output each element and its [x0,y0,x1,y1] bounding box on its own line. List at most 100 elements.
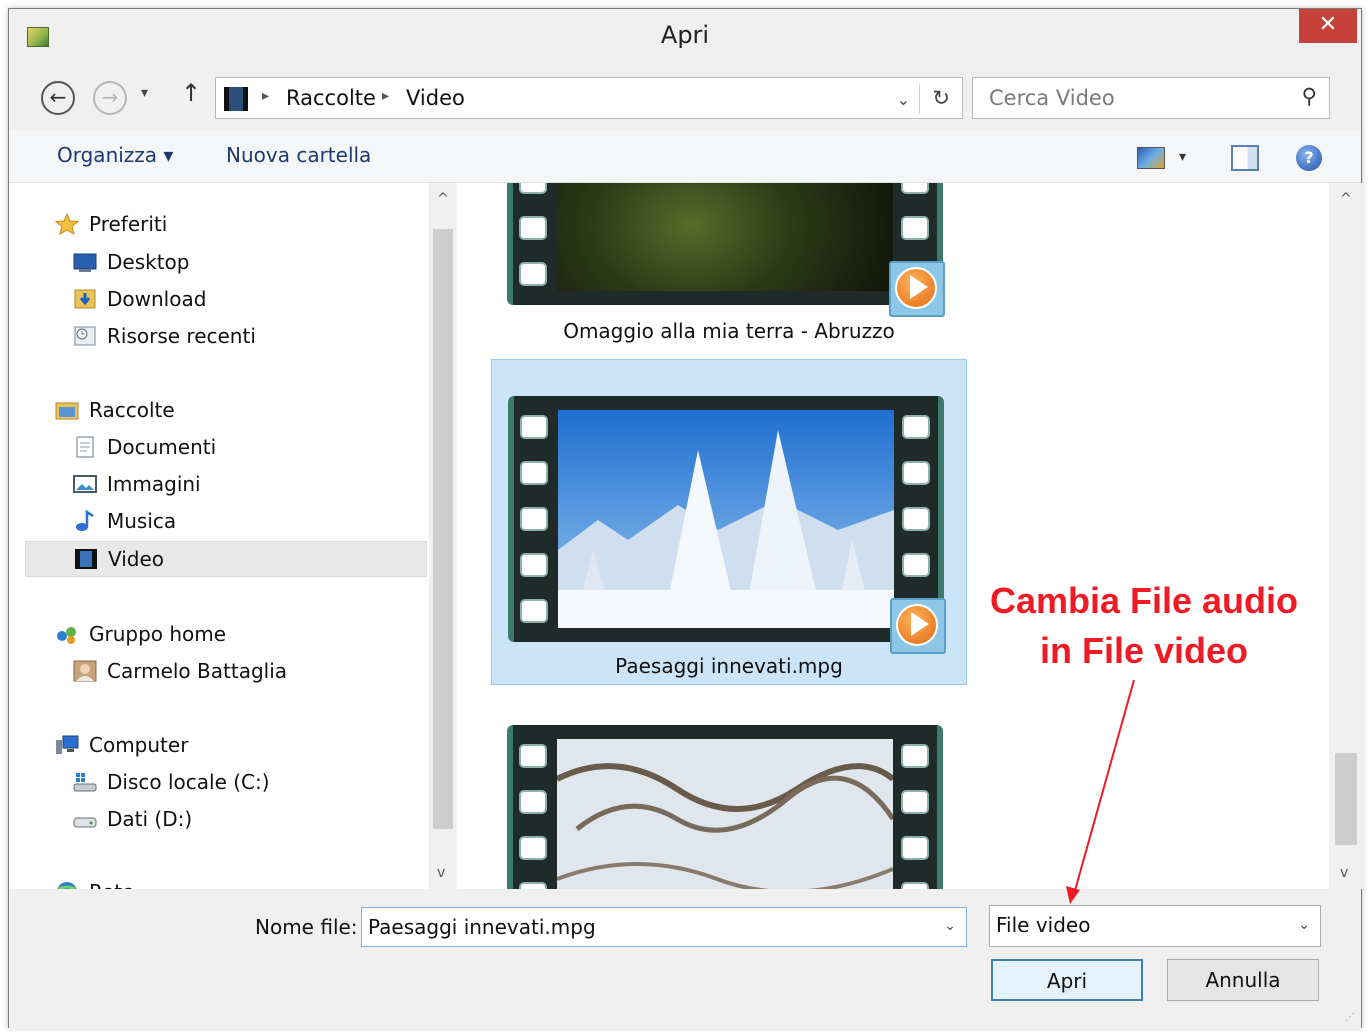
refresh-icon[interactable]: ↻ [932,86,950,110]
navigation-pane-scrollbar[interactable]: ^ v [429,183,457,889]
organize-menu-button[interactable]: Organizza ▾ [57,143,173,167]
annotation-line-1: Cambia File audio [989,580,1299,621]
sidebar-item-label: Carmelo Battaglia [107,659,288,683]
help-icon[interactable]: ? [1296,145,1322,171]
scroll-up-icon[interactable]: ^ [1340,191,1352,207]
user-avatar-icon [73,660,97,682]
change-view-icon[interactable] [1137,147,1165,169]
command-toolbar: Organizza ▾ Nuova cartella ▾ ? [9,131,1361,183]
scroll-up-icon[interactable]: ^ [437,191,449,207]
drive-icon [73,817,97,828]
breadcrumb-raccolte[interactable]: Raccolte [286,86,376,110]
scrollbar-thumb[interactable] [1335,753,1357,845]
scroll-down-icon[interactable]: v [437,865,445,881]
sidebar-item-label: Video [108,547,165,571]
sidebar-item-immagini[interactable]: Immagini [25,467,427,503]
open-file-dialog: Apri ✕ ← → ▾ ↑ ▸ Raccolte ▸ Video ⌄ ↻ Ce… [8,8,1363,1029]
sidebar-item-label: Download [107,287,207,311]
sidebar-item-dati[interactable]: Dati (D:) [25,802,427,838]
view-options-dropdown[interactable]: ▾ [1179,149,1186,165]
sidebar-item-documenti[interactable]: Documenti [25,430,427,466]
libraries-icon [55,402,79,420]
star-icon [55,213,79,235]
sidebar-item-label: Rete [89,880,134,889]
media-player-icon [877,249,945,317]
sidebar-item-label: Gruppo home [89,622,227,646]
local-disk-icon [73,773,97,792]
back-button[interactable]: ← [41,81,75,115]
sidebar-item-rete[interactable]: Rete [25,875,427,889]
file-type-select[interactable]: File video ⌄ [989,905,1321,947]
media-player-icon [878,586,946,654]
sidebar-item-label: Musica [107,509,177,533]
address-divider [919,84,920,114]
documents-icon [76,436,94,458]
forward-button[interactable]: → [93,81,127,115]
up-button[interactable]: ↑ [181,79,201,107]
sidebar-item-computer[interactable]: Computer [25,728,427,764]
music-icon [76,510,94,531]
breadcrumb-video[interactable]: Video [406,86,465,110]
snowy-trees-image [558,410,894,628]
computer-icon [56,735,79,754]
file-list-scrollbar[interactable]: ^ v [1329,183,1363,889]
sidebar-item-label: Immagini [107,472,201,496]
filename-value: Paesaggi innevati.mpg [368,915,596,939]
sidebar-item-label: Documenti [107,435,217,459]
chevron-down-icon[interactable]: ⌄ [1298,917,1310,933]
preview-pane-icon[interactable] [1231,145,1259,171]
filename-input[interactable]: Paesaggi innevati.mpg ⌄ [361,907,967,947]
breadcrumb-separator-icon[interactable]: ▸ [382,88,389,104]
sidebar-item-download[interactable]: Download [25,282,427,318]
file-item[interactable] [491,693,967,889]
sidebar-item-label: Computer [89,733,189,757]
close-button[interactable]: ✕ [1299,9,1357,43]
homegroup-icon [57,627,76,644]
search-placeholder: Cerca Video [989,86,1115,110]
snowy-branches-image [557,739,893,889]
video-thumbnail [508,396,946,654]
new-folder-button[interactable]: Nuova cartella [226,143,371,167]
sidebar-item-carmelo-battaglia[interactable]: Carmelo Battaglia [25,654,427,690]
pictures-icon [73,475,97,493]
network-icon [57,882,77,889]
cancel-button[interactable]: Annulla [1167,959,1319,1001]
window-title: Apri [660,21,710,49]
sidebar-item-label: Disco locale (C:) [107,770,270,794]
resize-grip-icon[interactable]: ⋰ [1345,1012,1355,1023]
sidebar-item-label: Risorse recenti [107,324,256,348]
sidebar-item-musica[interactable]: Musica [25,504,427,540]
breadcrumb-separator-icon[interactable]: ▸ [262,88,269,104]
search-input[interactable]: Cerca Video ⚲ [972,77,1330,119]
address-bar[interactable]: ▸ Raccolte ▸ Video ⌄ ↻ [215,77,963,119]
sidebar-item-gruppo-home[interactable]: Gruppo home [25,617,427,653]
file-item[interactable]: Omaggio alla mia terra - Abruzzo [491,183,967,385]
sidebar-item-desktop[interactable]: Desktop [25,245,427,281]
file-item-selected[interactable]: Paesaggi innevati.mpg [491,359,967,685]
download-icon [74,289,96,309]
sidebar-item-raccolte[interactable]: Raccolte [25,393,427,429]
sidebar-item-preferiti[interactable]: Preferiti [25,207,427,243]
file-name: Omaggio alla mia terra - Abruzzo [563,319,895,343]
sidebar-item-risorse-recenti[interactable]: Risorse recenti [25,319,427,355]
file-name: Paesaggi innevati.mpg [615,654,843,678]
video-thumbnail [507,725,943,889]
sidebar-item-disco-locale[interactable]: Disco locale (C:) [25,765,427,801]
navigation-bar: ← → ▾ ↑ ▸ Raccolte ▸ Video ⌄ ↻ Cerca Vid… [9,65,1361,131]
address-history-dropdown[interactable]: ⌄ [897,90,910,109]
sidebar-item-label: Raccolte [89,398,175,422]
file-type-value: File video [996,913,1091,937]
sidebar-item-label: Desktop [107,250,190,274]
sidebar-item-label: Dati (D:) [107,807,193,831]
open-button[interactable]: Apri [991,959,1143,1001]
scrollbar-thumb[interactable] [433,229,453,829]
navigation-pane: Preferiti Desktop Download Risorse recen… [9,183,457,889]
sidebar-item-video[interactable]: Video [25,541,427,577]
video-icon [75,549,97,569]
search-icon[interactable]: ⚲ [1302,84,1317,108]
chevron-down-icon[interactable]: ⌄ [944,918,956,934]
desktop-icon [73,253,97,272]
video-thumbnail [507,183,945,317]
scroll-down-icon[interactable]: v [1340,865,1348,881]
recent-locations-dropdown[interactable]: ▾ [141,85,148,101]
